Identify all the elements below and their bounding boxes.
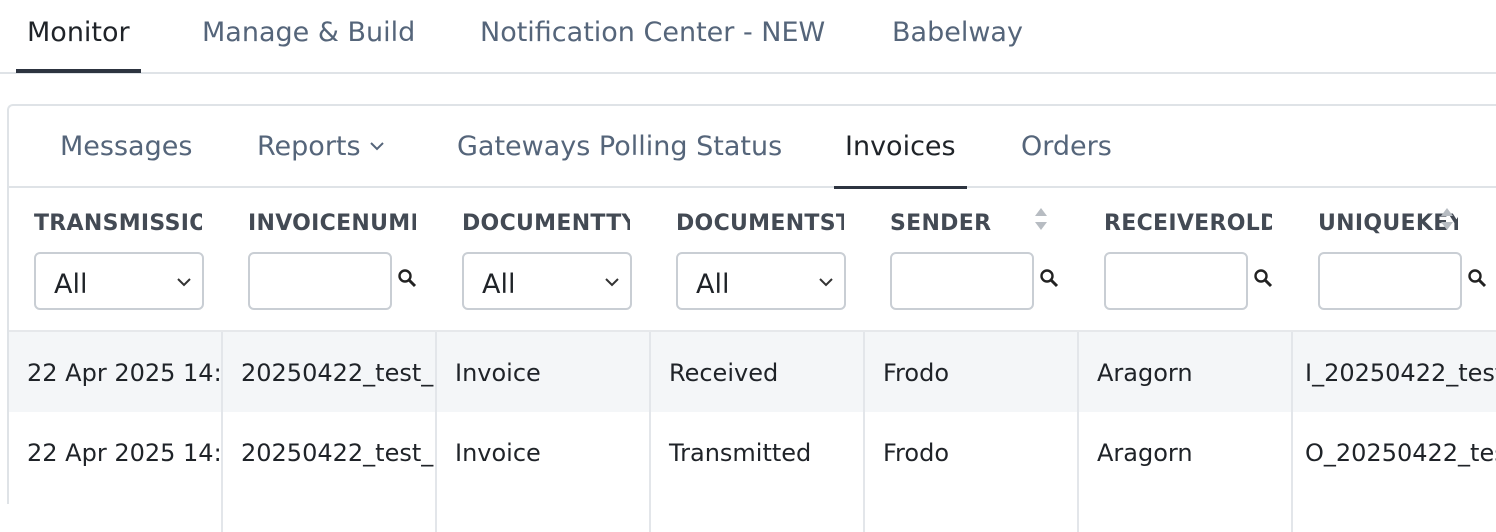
sort-icon[interactable] [1033,206,1049,232]
documenttype-filter-select[interactable]: All [462,252,632,310]
transmissiondate-filter-select[interactable]: All [34,252,204,310]
tab-orders[interactable]: Orders [1021,106,1112,188]
column-header-invoicenumber[interactable]: INVOICENUMBER [248,208,416,240]
cell-documenttype: Invoice [455,439,541,467]
documenttype-filter-value: All [482,269,516,300]
top-navigation: Monitor Manage & Build Notification Cent… [0,0,1496,74]
documentstatus-filter-select[interactable]: All [676,252,846,310]
cell-invoicenumber: 20250422_test_RO [241,439,437,467]
cell-transmissiondate: 22 Apr 2025 14:41 [27,359,223,387]
tab-gateways-polling-status[interactable]: Gateways Polling Status [457,106,782,188]
transmissiondate-filter-value: All [54,269,88,300]
invoicenumber-filter-input[interactable] [248,252,392,310]
tab-monitor[interactable]: Monitor [16,0,141,73]
cell-sender: Frodo [883,439,949,467]
column-header-uniquekey[interactable]: UNIQUEKEY [1318,208,1458,240]
tab-messages[interactable]: Messages [60,106,192,188]
cell-uniquekey: I_20250422_test_RO [1305,359,1496,387]
tab-invoices[interactable]: Invoices [834,106,967,189]
column-transmissiondate: TRANSMISSIONDATE All [9,190,223,330]
monitor-panel: Messages Reports Gateways Polling Status… [7,104,1496,532]
uniquekey-filter-input[interactable] [1318,252,1462,310]
cell-uniquekey: O_20250422_test_RO [1305,439,1496,467]
cell-invoicenumber: 20250422_test_RO [241,359,437,387]
cell-documentstatus: Transmitted [669,439,812,467]
search-icon[interactable] [397,268,419,290]
column-sender: SENDER [865,190,1079,330]
column-documenttype: DOCUMENTTYPE All [437,190,651,330]
documentstatus-filter-value: All [696,269,730,300]
sort-icon[interactable] [1439,206,1455,232]
chevron-down-icon [605,278,619,287]
table-row[interactable]: 22 Apr 2025 14:41 20250422_test_RO Invoi… [9,412,1496,492]
column-receiverold: RECEIVEROLD [1079,190,1293,330]
cell-documenttype: Invoice [455,359,541,387]
tab-babelway[interactable]: Babelway [892,0,1023,72]
column-divider [435,332,437,532]
column-header-documentstatus[interactable]: DOCUMENTSTATUS [676,208,844,240]
tab-reports[interactable]: Reports [257,106,385,188]
cell-transmissiondate: 22 Apr 2025 14:41 [27,439,223,467]
chevron-down-icon [177,278,191,287]
chevron-down-icon [819,278,833,287]
table-row[interactable]: 22 Apr 2025 14:41 20250422_test_RO Invoi… [9,332,1496,412]
tab-notification-center[interactable]: Notification Center - NEW [480,0,825,72]
cell-sender: Frodo [883,359,949,387]
tab-reports-label: Reports [257,131,361,162]
column-divider [1077,332,1079,532]
cell-receiverold: Aragorn [1097,439,1193,467]
column-header-receiverold[interactable]: RECEIVEROLD [1104,208,1272,240]
receiverold-filter-input[interactable] [1104,252,1248,310]
cell-receiverold: Aragorn [1097,359,1193,387]
search-icon[interactable] [1039,268,1061,290]
chevron-down-icon [369,141,384,150]
column-header-sender[interactable]: SENDER [890,208,1030,240]
column-divider [649,332,651,532]
invoices-grid: TRANSMISSIONDATE All INVOICENUMBER DOCUM… [9,190,1496,492]
sub-navigation: Messages Reports Gateways Polling Status… [9,106,1496,189]
column-uniquekey: UNIQUEKEY [1293,190,1496,330]
column-header-documenttype[interactable]: DOCUMENTTYPE [462,208,630,240]
grid-header: TRANSMISSIONDATE All INVOICENUMBER DOCUM… [9,190,1496,332]
sender-filter-input[interactable] [890,252,1034,310]
column-divider [863,332,865,532]
column-divider [1291,332,1293,532]
column-invoicenumber: INVOICENUMBER [223,190,437,330]
column-header-transmissiondate[interactable]: TRANSMISSIONDATE [34,208,202,240]
column-documentstatus: DOCUMENTSTATUS All [651,190,865,330]
tab-manage-build[interactable]: Manage & Build [202,0,415,72]
column-divider [221,332,223,532]
search-icon[interactable] [1253,268,1275,290]
search-icon[interactable] [1467,268,1489,290]
cell-documentstatus: Received [669,359,779,387]
